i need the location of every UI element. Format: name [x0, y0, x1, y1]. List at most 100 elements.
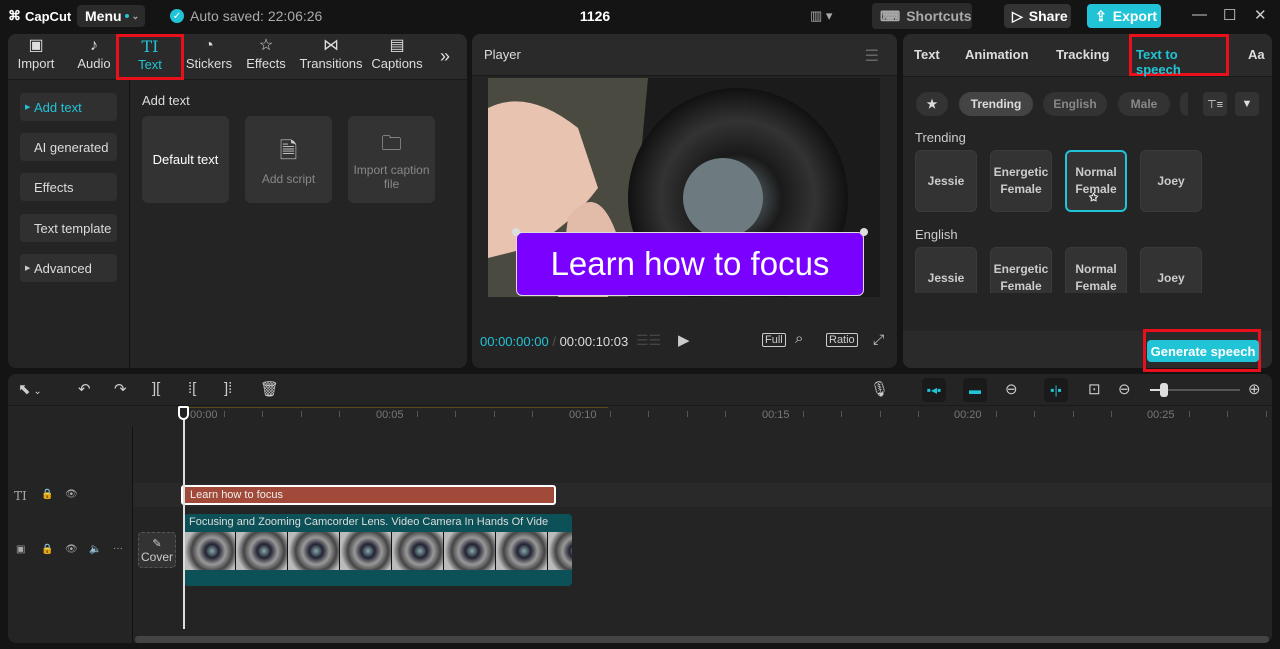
sidebar-item-text-template[interactable]: Text template — [20, 214, 117, 242]
more-icon[interactable]: ··· — [113, 543, 123, 554]
ruler-tick — [918, 411, 920, 417]
tab-captions[interactable]: ▤ Captions — [368, 36, 426, 80]
cover-button[interactable]: ✎ Cover — [138, 532, 176, 568]
thumbnail-frame — [548, 532, 572, 570]
ruler-tick — [1265, 411, 1267, 417]
tab-audio[interactable]: ♪ Audio — [66, 36, 122, 80]
speaker-icon[interactable]: 🔈 — [89, 544, 101, 555]
menu-button[interactable]: Menu ⌄ — [77, 5, 145, 27]
player-panel: Player ☰ Learn how to focus 00:00:00:00 … — [472, 34, 897, 368]
trim-left-icon[interactable]: ⁞[ — [188, 380, 196, 397]
playhead-handle[interactable] — [178, 406, 189, 420]
export-button[interactable]: ⇪ Export — [1087, 4, 1161, 28]
tab-effects[interactable]: ☆ Effects — [238, 36, 294, 80]
select-cursor-icon[interactable]: ⬉ ⌄ — [18, 380, 42, 398]
play-button[interactable]: ▶ — [678, 331, 690, 349]
trim-right-icon[interactable]: ]⁞ — [224, 380, 232, 397]
tab-auto-lyrics[interactable]: Aa — [1248, 47, 1265, 62]
tab-stickers[interactable]: ◔ Stickers — [180, 36, 238, 80]
sidebar-item-add-text[interactable]: ▶ Add text — [20, 93, 117, 121]
resize-handle[interactable] — [512, 228, 520, 236]
ruler-tick — [262, 411, 264, 417]
sidebar-item-effects[interactable]: Effects — [20, 173, 117, 201]
auto-snap-icon[interactable]: ▬ — [963, 378, 987, 402]
voice-normal-female[interactable]: Normal Female ✩ — [1065, 150, 1127, 212]
ruler-tick — [532, 411, 534, 417]
generate-speech-button[interactable]: Generate speech — [1147, 340, 1259, 362]
text-clip[interactable]: Learn how to focus — [181, 485, 556, 505]
fullscreen-icon[interactable]: ⤢ — [873, 331, 884, 348]
filter-trending[interactable]: Trending — [959, 92, 1033, 116]
eye-icon[interactable]: 👁 — [65, 489, 78, 500]
minimize-icon[interactable]: — — [1192, 6, 1207, 23]
zoom-slider-handle[interactable] — [1159, 383, 1168, 397]
ruler-tick — [339, 411, 341, 417]
default-text-card[interactable]: Default text — [142, 116, 229, 203]
redo-icon[interactable]: ↷ — [114, 380, 127, 398]
lock-icon[interactable]: 🔒 — [41, 489, 53, 500]
add-script-card[interactable]: 🗎 Add script — [245, 116, 332, 203]
voice-energetic-female[interactable]: Energetic Female — [990, 247, 1052, 293]
share-button[interactable]: ▷ Share — [1004, 4, 1071, 28]
delete-icon[interactable]: 🗑 — [260, 380, 279, 398]
preview-axis-icon[interactable]: ▪|▪ — [1044, 378, 1068, 402]
ratio-button[interactable]: Ratio — [826, 332, 858, 347]
dropdown-icon[interactable]: ▼ — [1235, 92, 1259, 116]
tab-tracking[interactable]: Tracking — [1056, 47, 1109, 62]
caption-overlay[interactable]: Learn how to focus — [516, 232, 864, 296]
eye-icon[interactable]: 👁 — [65, 544, 78, 555]
ruler-zoom-icon[interactable]: ⊡ — [1088, 380, 1101, 398]
project-title[interactable]: 1126 — [540, 8, 650, 24]
video-track-icon: ▣ — [16, 544, 26, 555]
sidebar-item-ai-generated[interactable]: AI generated — [20, 133, 117, 161]
video-clip[interactable]: Focusing and Zooming Camcorder Lens. Vid… — [184, 514, 572, 586]
filter-english[interactable]: English — [1043, 92, 1107, 116]
more-tabs-icon[interactable]: » — [440, 46, 450, 67]
tab-transitions[interactable]: ⋈ Transitions — [298, 36, 364, 80]
ruler-tick — [648, 411, 650, 417]
close-icon[interactable]: ✕ — [1254, 6, 1267, 24]
shortcuts-button[interactable]: ⌨ Shortcuts — [872, 3, 972, 29]
microphone-icon[interactable]: 🎙 — [870, 380, 889, 398]
sidebar-item-advanced[interactable]: ▶ Advanced — [20, 254, 117, 282]
ruler-tick — [725, 411, 727, 417]
voice-joey[interactable]: Joey — [1140, 150, 1202, 212]
voice-energetic-female[interactable]: Energetic Female — [990, 150, 1052, 212]
zoom-fit-icon[interactable]: ⌕ — [795, 330, 803, 347]
undo-icon[interactable]: ↶ — [78, 380, 91, 398]
ruler-tick — [686, 411, 688, 417]
main-track-magnet-icon[interactable]: ▪◂▪ — [922, 378, 946, 402]
favorites-chip[interactable]: ★ — [916, 92, 948, 116]
lock-icon[interactable]: 🔒 — [41, 544, 53, 555]
stickers-icon: ◔ — [204, 37, 214, 54]
maximize-icon[interactable]: ☐ — [1223, 6, 1236, 24]
tab-text[interactable]: TI Text — [116, 34, 184, 80]
voice-joey[interactable]: Joey — [1140, 247, 1202, 293]
filter-icon[interactable]: ⊤≡ — [1203, 92, 1227, 116]
player-header: Player ☰ — [472, 34, 897, 76]
playhead-line[interactable] — [183, 407, 185, 629]
voice-jessie[interactable]: Jessie — [915, 150, 977, 212]
voice-normal-female[interactable]: Normal Female — [1065, 247, 1127, 293]
filter-overflow[interactable] — [1180, 92, 1188, 116]
resize-handle[interactable] — [860, 228, 868, 236]
menu-icon[interactable]: ☰ — [865, 46, 879, 66]
voice-jessie[interactable]: Jessie — [915, 247, 977, 293]
split-icon[interactable]: ][ — [152, 380, 160, 397]
tab-import[interactable]: ▣ Import — [8, 36, 64, 80]
import-caption-card[interactable]: 🗀 Import caption file — [348, 116, 435, 203]
full-button[interactable]: Full — [762, 332, 786, 347]
horizontal-scrollbar[interactable] — [135, 636, 1269, 643]
thumbnail-frame — [236, 532, 288, 570]
time-ruler[interactable]: 00:00 00:05 00:10 00:15 00:20 00:25 — [133, 407, 1272, 427]
zoom-in-icon[interactable]: ⊕ — [1248, 380, 1261, 398]
notification-dot — [124, 14, 129, 18]
tab-animation[interactable]: Animation — [965, 47, 1029, 62]
zoom-out-icon[interactable]: ⊖ — [1118, 380, 1131, 398]
filter-male[interactable]: Male — [1118, 92, 1170, 116]
favorite-star-icon[interactable]: ✩ — [1089, 190, 1098, 207]
tab-text-to-speech[interactable]: Text to speech — [1129, 34, 1229, 77]
link-icon[interactable]: ⊖ — [1005, 380, 1018, 398]
layout-icon[interactable]: ▥ ▾ — [810, 8, 832, 24]
tab-text-props[interactable]: Text — [914, 47, 940, 62]
